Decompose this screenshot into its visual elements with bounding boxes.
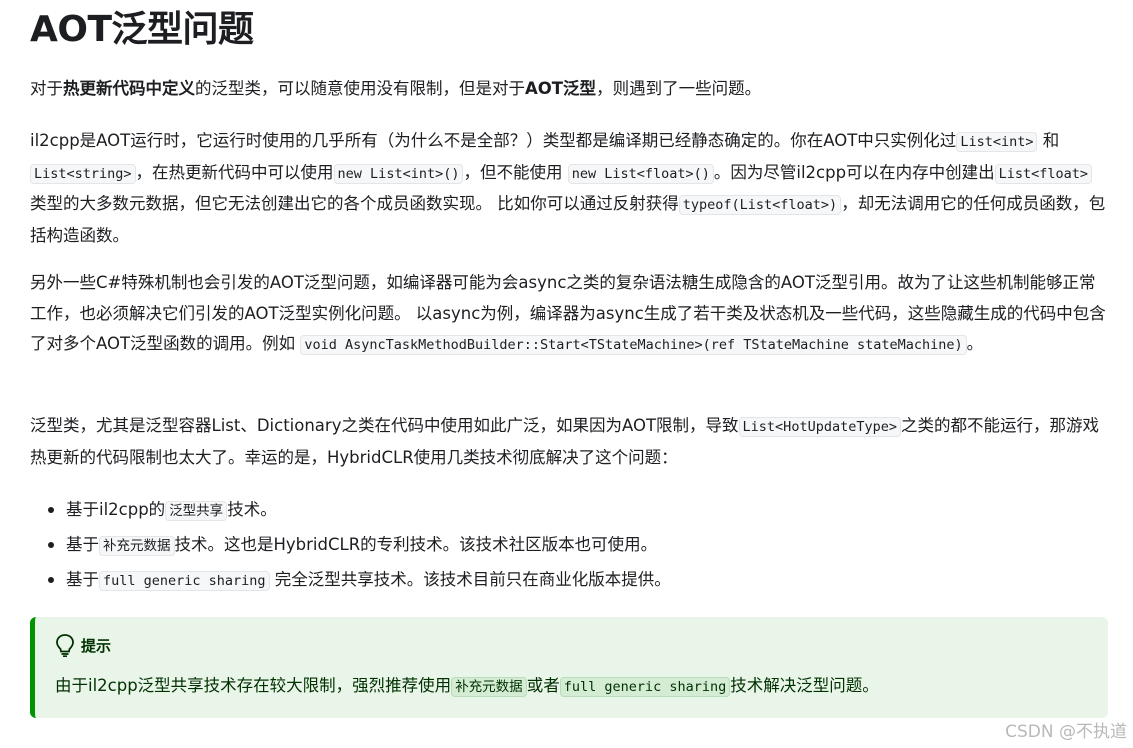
paragraph-intro: 对于热更新代码中定义的泛型类，可以随意使用没有限制，但是对于AOT泛型，则遇到了… <box>30 79 762 98</box>
inline-code: void AsyncTaskMethodBuilder::Start<TStat… <box>300 335 967 355</box>
inline-code: new List<int>() <box>333 163 464 184</box>
paragraph-async: 另外一些C#特殊机制也会引发的AOT泛型问题，如编译器可能为会async之类的复… <box>30 273 1106 355</box>
inline-code: 泛型共享 <box>165 501 228 521</box>
technique-list: 基于il2cpp的 泛型共享 技术。 基于 补充元数据 技术。这也是HybridCLR的… <box>30 493 1030 598</box>
lightbulb-icon <box>56 634 74 657</box>
list-item: 基于 full generic sharing 完全泛型共享技术。该技术目前只在商… <box>30 563 1030 598</box>
inline-code: List<string> <box>30 163 136 184</box>
inline-code: full generic sharing <box>559 677 731 697</box>
tip-admonition: 提示 由于il2cpp泛型共享技术存在较大限制，强烈推荐使用 补充元数据 或者 ful… <box>30 617 1108 718</box>
watermark: CSDN @不执道 <box>1005 722 1127 742</box>
bold-text: 热更新代码中定义 <box>63 79 195 98</box>
list-item: 基于 补充元数据 技术。这也是HybridCLR的专利技术。该技术社区版本也可使用。 <box>30 528 1030 563</box>
tip-content: 由于il2cpp泛型共享技术存在较大限制，强烈推荐使用 补充元数据 或者 full g… <box>55 676 879 697</box>
paragraph-il2cpp: il2cpp是AOT运行时，它运行时使用的几乎所有（为什么不是全部？）类型都是编… <box>30 131 1106 245</box>
list-item: 基于il2cpp的 泛型共享 技术。 <box>30 493 1030 528</box>
bold-text: AOT泛型 <box>525 79 597 98</box>
tip-heading: 提示 <box>55 633 111 657</box>
page-title: AOT泛型问题 <box>30 9 254 50</box>
inline-code: List<HotUpdateType> <box>738 417 901 437</box>
tip-label: 提示 <box>81 636 112 655</box>
inline-code: new List<float>() <box>567 163 714 184</box>
inline-code: 补充元数据 <box>451 677 527 697</box>
inline-code: typeof(List<float>) <box>678 195 842 215</box>
paragraph-generic-containers: 泛型类，尤其是泛型容器List、Dictionary之类在代码中使用如此广泛，如… <box>30 416 1099 467</box>
inline-code: full generic sharing <box>99 571 270 591</box>
inline-code: List<float> <box>994 163 1092 184</box>
inline-code: List<int> <box>956 132 1038 152</box>
inline-code: 补充元数据 <box>99 536 175 556</box>
